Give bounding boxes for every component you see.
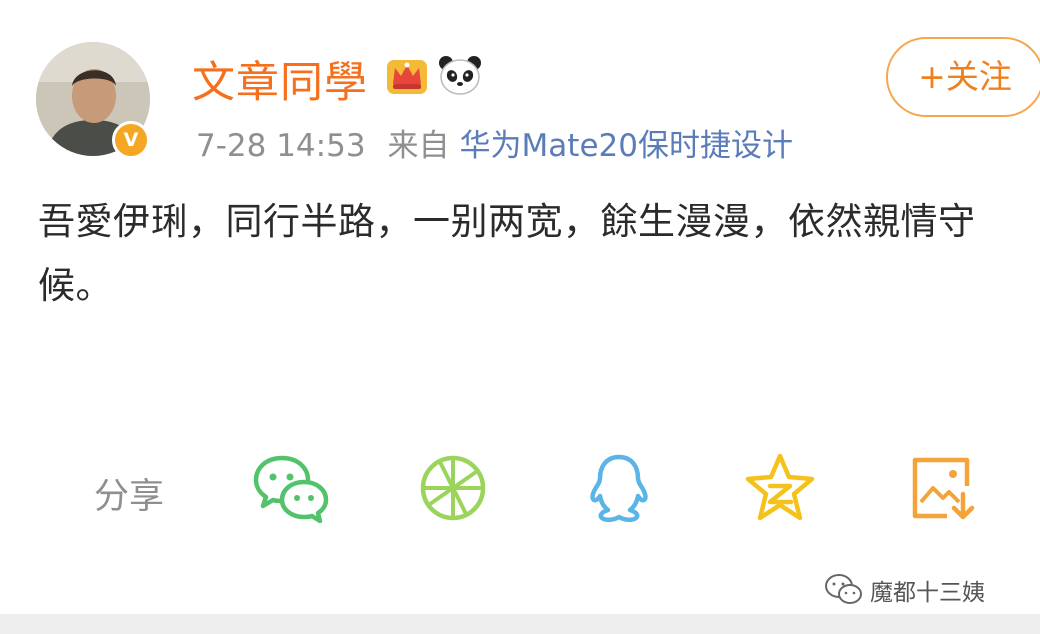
moments-icon[interactable]: [416, 452, 494, 524]
source-prefix: 来自: [387, 128, 450, 164]
wechat-logo-icon: [825, 574, 862, 604]
save-image-icon[interactable]: [905, 452, 983, 524]
watermark-text: 魔都十三姨: [870, 580, 985, 606]
panda-icon: [436, 52, 484, 98]
post-meta: 7-28 14:53 来自 华为Mate20保时捷设计: [196, 120, 793, 165]
qq-icon[interactable]: [580, 452, 658, 524]
username[interactable]: 文章同學: [192, 48, 368, 110]
timestamp: 7-28 14:53: [196, 128, 366, 164]
post-text: 吾愛伊琍，同行半路，一别两宽，餘生漫漫，依然親情守候。: [38, 200, 976, 307]
share-label: 分享: [94, 477, 165, 517]
crown-member-icon: [384, 52, 430, 98]
follow-button[interactable]: +关注: [886, 37, 1040, 117]
watermark: 魔都十三姨: [824, 570, 985, 610]
wechat-icon[interactable]: [252, 452, 330, 524]
bottom-divider: [0, 614, 1040, 634]
qzone-icon[interactable]: [741, 452, 819, 524]
source-device-link[interactable]: 华为Mate20保时捷设计: [460, 128, 793, 164]
verified-badge-icon: V: [112, 121, 150, 159]
